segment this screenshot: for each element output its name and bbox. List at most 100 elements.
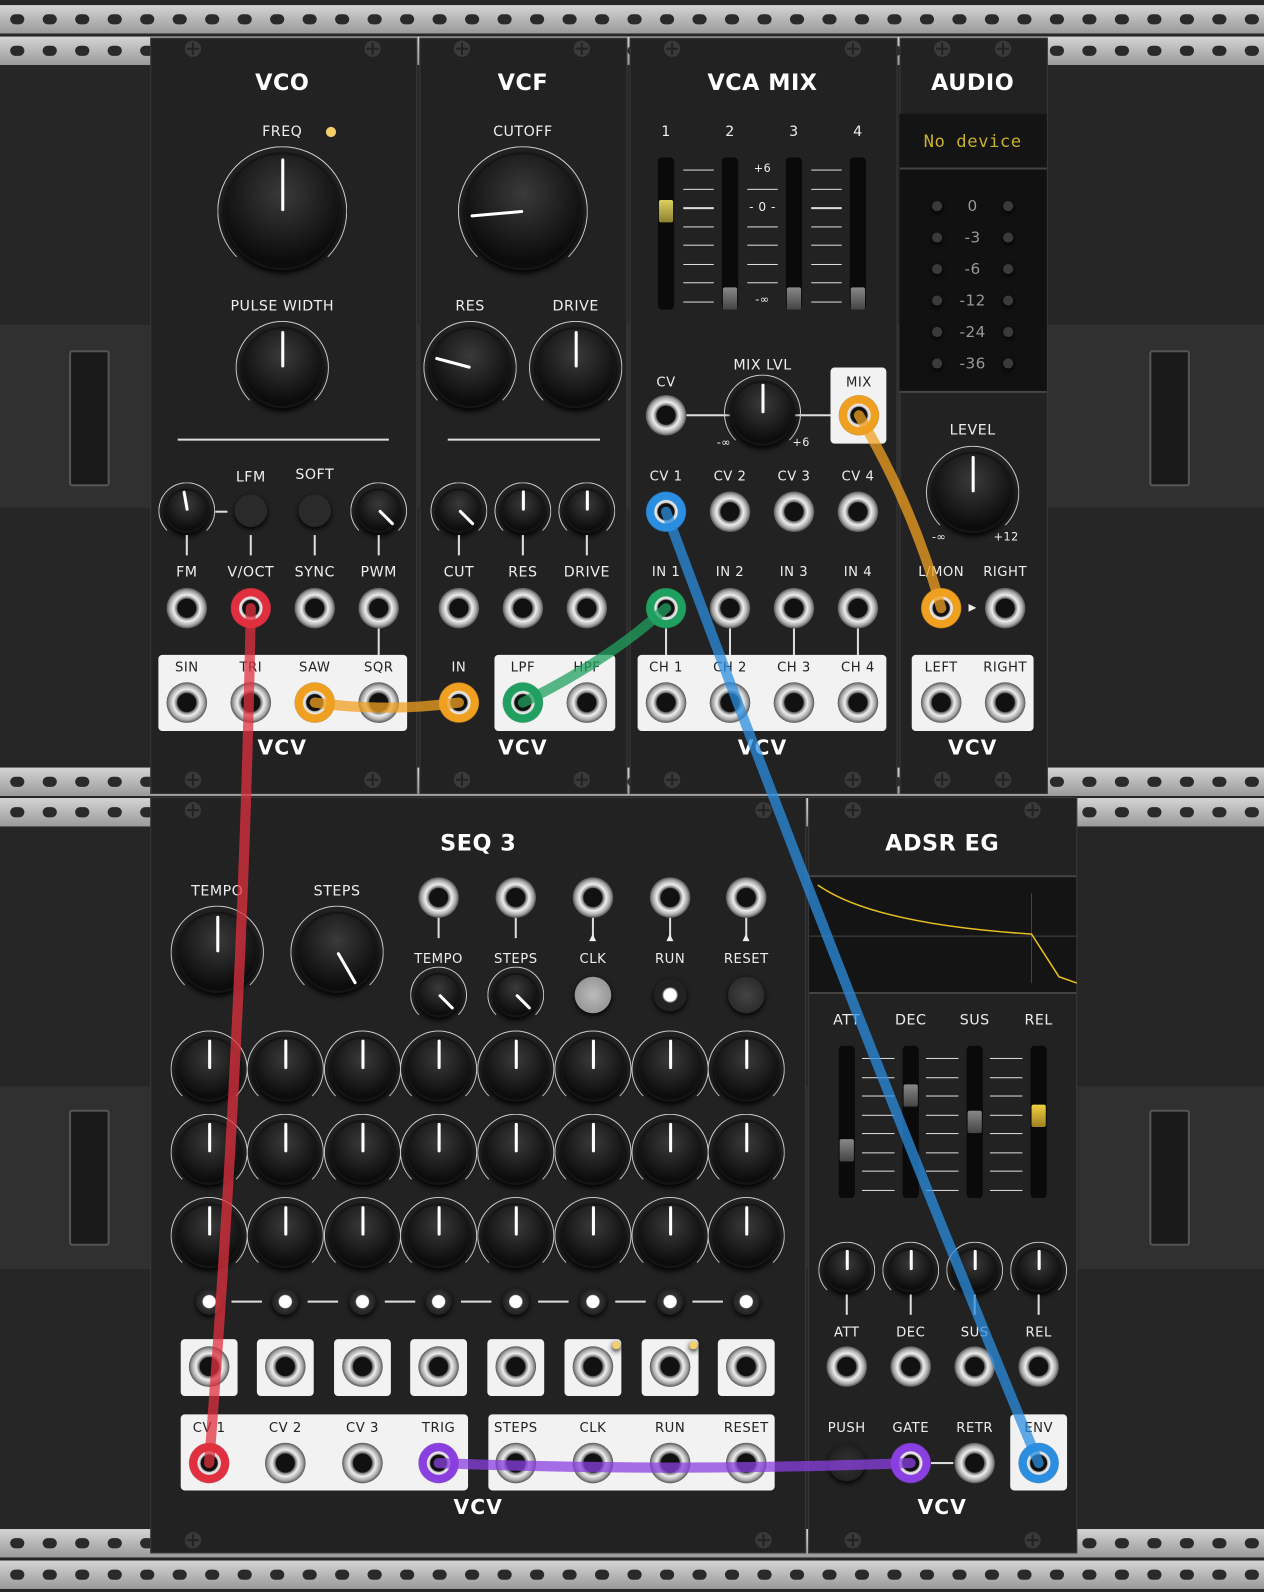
vca-fader-4[interactable] xyxy=(849,157,867,310)
adsr-fader-4[interactable] xyxy=(1030,1045,1047,1199)
drive-knob[interactable] xyxy=(535,326,617,409)
vca-fader-3[interactable] xyxy=(785,157,803,310)
meter-led-right[interactable] xyxy=(1003,295,1014,306)
fader-handle[interactable] xyxy=(839,1139,854,1162)
tempo-cv-knob[interactable] xyxy=(416,972,461,1018)
fader-handle[interactable] xyxy=(722,287,738,310)
step-gate-button[interactable] xyxy=(502,1288,529,1315)
cutoff-knob[interactable] xyxy=(463,152,582,271)
ch-output-1[interactable] xyxy=(645,682,687,723)
lpf-output[interactable] xyxy=(502,682,544,723)
meter-led-left[interactable] xyxy=(932,232,943,243)
step-knob-row3[interactable] xyxy=(483,1203,549,1269)
steps-knob[interactable] xyxy=(296,911,378,993)
seq-output[interactable] xyxy=(649,1442,691,1484)
cv-input-1[interactable] xyxy=(645,491,687,533)
adsr-cv-input[interactable] xyxy=(1018,1346,1059,1387)
fader-handle[interactable] xyxy=(850,287,866,310)
step-gate-button[interactable] xyxy=(349,1288,376,1315)
cv-input-4[interactable] xyxy=(837,491,879,533)
meter-led-right[interactable] xyxy=(1003,326,1014,338)
pwm-knob[interactable] xyxy=(356,488,402,534)
vcf-cv-input[interactable] xyxy=(566,587,608,629)
sin-output[interactable] xyxy=(166,682,208,723)
gate-output[interactable] xyxy=(264,1346,306,1387)
meter-led-right[interactable] xyxy=(1003,201,1014,212)
gate-output[interactable] xyxy=(495,1346,537,1387)
seq-output[interactable] xyxy=(342,1442,383,1484)
step-gate-button[interactable] xyxy=(579,1288,607,1315)
step-gate-button[interactable] xyxy=(272,1288,299,1315)
push-button[interactable] xyxy=(828,1444,866,1482)
seq-output[interactable] xyxy=(264,1442,306,1484)
adsr-fader-2[interactable] xyxy=(902,1045,919,1199)
cut-cv-knob[interactable] xyxy=(436,488,482,534)
adsr-fader-1[interactable] xyxy=(838,1045,855,1199)
vca-fader-2[interactable] xyxy=(721,157,739,310)
step-knob-row1[interactable] xyxy=(252,1036,318,1102)
step-knob-row2[interactable] xyxy=(176,1119,242,1185)
seq-output[interactable] xyxy=(725,1442,767,1484)
mix-cv-input[interactable] xyxy=(645,394,687,436)
pulse-width-knob[interactable] xyxy=(241,326,323,409)
right-input[interactable] xyxy=(984,587,1026,629)
step-knob-row3[interactable] xyxy=(406,1203,472,1269)
adsr-fader-3[interactable] xyxy=(966,1045,983,1199)
step-knob-row3[interactable] xyxy=(329,1203,395,1269)
meter-led-left[interactable] xyxy=(932,263,943,275)
step-knob-row2[interactable] xyxy=(483,1119,549,1185)
seq-output[interactable] xyxy=(188,1442,230,1484)
meter-led-left[interactable] xyxy=(932,358,943,369)
step-knob-row1[interactable] xyxy=(176,1036,242,1102)
adsr-cv-input[interactable] xyxy=(954,1346,995,1387)
gate-output[interactable] xyxy=(572,1346,614,1387)
seq-cv-input[interactable] xyxy=(725,877,767,918)
lfm-switch[interactable] xyxy=(234,494,268,527)
step-gate-button[interactable] xyxy=(656,1288,684,1315)
step-gate-button[interactable] xyxy=(425,1288,452,1315)
meter-led-right[interactable] xyxy=(1003,358,1014,369)
sync-input[interactable] xyxy=(294,587,336,629)
gate-led[interactable] xyxy=(612,1341,621,1350)
step-knob-row3[interactable] xyxy=(560,1203,626,1269)
saw-output[interactable] xyxy=(294,682,336,723)
run-button[interactable] xyxy=(653,978,687,1012)
vcf-cv-input[interactable] xyxy=(502,587,544,629)
clk-button[interactable] xyxy=(574,976,612,1014)
in-input-2[interactable] xyxy=(709,587,751,629)
gate-output[interactable] xyxy=(418,1346,459,1387)
level-knob[interactable] xyxy=(932,451,1014,534)
step-gate-button[interactable] xyxy=(733,1288,760,1315)
left-output[interactable] xyxy=(920,682,962,723)
meter-led-left[interactable] xyxy=(932,201,943,212)
step-knob-row2[interactable] xyxy=(713,1119,779,1185)
mix-level-knob[interactable] xyxy=(730,380,795,446)
meter-led-left[interactable] xyxy=(932,295,943,306)
vcf-in[interactable] xyxy=(438,682,480,723)
meter-led-right[interactable] xyxy=(1003,263,1014,275)
adsr-cv-knob[interactable] xyxy=(1016,1247,1061,1293)
left-mon-input[interactable] xyxy=(920,587,962,629)
pwm-input[interactable] xyxy=(358,587,400,629)
step-knob-row1[interactable] xyxy=(560,1036,626,1102)
step-knob-row3[interactable] xyxy=(713,1203,779,1269)
in-input-1[interactable] xyxy=(645,587,687,629)
fader-handle[interactable] xyxy=(658,200,674,223)
steps-cv-knob[interactable] xyxy=(493,972,539,1018)
seq-output[interactable] xyxy=(495,1442,537,1484)
step-knob-row2[interactable] xyxy=(406,1119,472,1185)
mix-output[interactable] xyxy=(838,394,880,436)
soft-switch[interactable] xyxy=(298,494,331,527)
env-output[interactable] xyxy=(1018,1442,1059,1484)
step-knob-row2[interactable] xyxy=(329,1119,395,1185)
fader-handle[interactable] xyxy=(967,1110,982,1134)
adsr-cv-knob[interactable] xyxy=(888,1247,934,1293)
fm-knob[interactable] xyxy=(164,488,210,534)
meter-led-left[interactable] xyxy=(932,326,943,338)
gate-output[interactable] xyxy=(649,1346,691,1387)
step-knob-row1[interactable] xyxy=(483,1036,549,1102)
seq-cv-input[interactable] xyxy=(495,877,537,918)
cv-input-2[interactable] xyxy=(709,491,751,533)
vcf-cv-input[interactable] xyxy=(438,587,480,629)
hpf-output[interactable] xyxy=(566,682,608,723)
